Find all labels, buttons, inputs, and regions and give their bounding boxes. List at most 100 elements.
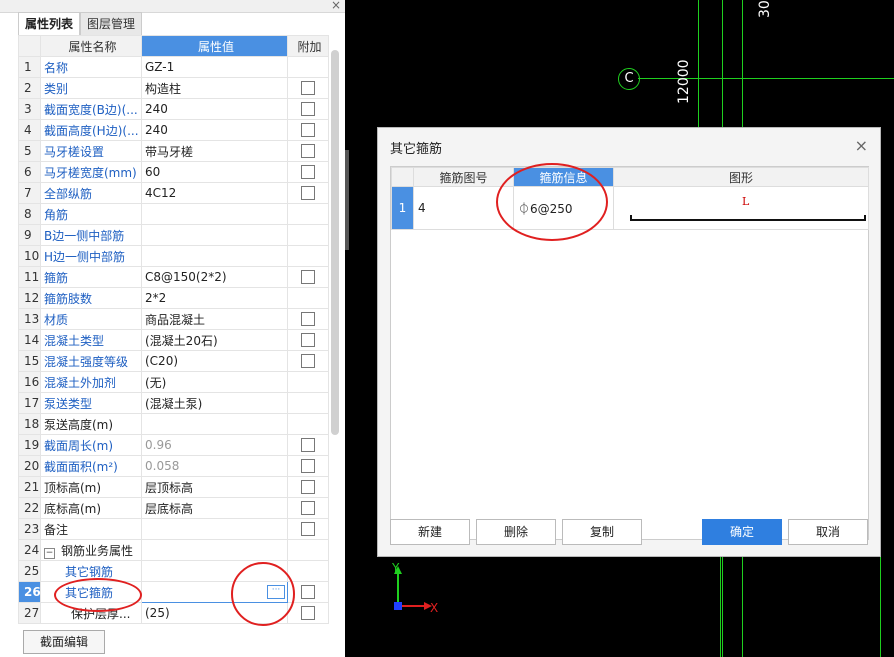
property-name[interactable]: 混凝土外加剂 — [40, 371, 142, 393]
table-row[interactable]: 20 截面面积(m²) 0.058 — [18, 455, 329, 477]
property-name[interactable]: 全部纵筋 — [40, 182, 142, 204]
property-name[interactable]: 泵送高度(m) — [40, 413, 142, 435]
table-row[interactable]: 8 角筋 — [18, 203, 329, 225]
property-value[interactable]: (C20) — [141, 350, 288, 372]
property-name[interactable]: 马牙槎宽度(mm) — [40, 161, 142, 183]
property-value[interactable]: 2*2 — [141, 287, 288, 309]
attach-checkbox[interactable] — [301, 81, 315, 96]
attach-checkbox[interactable] — [301, 144, 315, 159]
tab-layer-management[interactable]: 图层管理 — [80, 12, 143, 35]
property-name[interactable]: B边一侧中部筋 — [40, 224, 142, 246]
property-value[interactable]: 240 — [141, 98, 288, 120]
attach-checkbox[interactable] — [301, 606, 315, 621]
property-name[interactable]: 名称 — [40, 56, 142, 78]
table-row[interactable]: 19 截面周长(m) 0.96 — [18, 434, 329, 456]
attach-checkbox[interactable] — [301, 585, 315, 600]
property-value[interactable]: 0.058 — [141, 455, 288, 477]
table-row[interactable]: 21 顶标高(m) 层顶标高 — [18, 476, 329, 498]
table-row[interactable]: 17 泵送类型 (混凝土泵) — [18, 392, 329, 414]
property-value[interactable]: 层底标高 — [141, 497, 288, 519]
property-value[interactable] — [141, 224, 288, 246]
table-row[interactable]: 10 H边一侧中部筋 — [18, 245, 329, 267]
panel-splitter[interactable] — [345, 150, 349, 250]
property-value[interactable]: 层顶标高 — [141, 476, 288, 498]
table-row[interactable]: 1 4 ⏀6@250 L — [391, 186, 869, 230]
attach-checkbox[interactable] — [301, 522, 315, 537]
attach-checkbox[interactable] — [301, 123, 315, 138]
property-name[interactable]: − 钢筋业务属性 — [40, 539, 142, 561]
property-value[interactable]: 60 — [141, 161, 288, 183]
collapse-icon[interactable]: − — [44, 547, 55, 559]
copy-button[interactable]: 复制 — [562, 519, 642, 545]
property-name[interactable]: 截面宽度(B边)(... — [40, 98, 142, 120]
tab-property-list[interactable]: 属性列表 — [18, 12, 81, 35]
property-name[interactable]: 箍筋肢数 — [40, 287, 142, 309]
property-name[interactable]: 马牙槎设置 — [40, 140, 142, 162]
attach-checkbox[interactable] — [301, 480, 315, 495]
property-value[interactable]: C8@150(2*2) — [141, 266, 288, 288]
property-value[interactable] — [141, 245, 288, 267]
property-value[interactable]: GZ-1 — [141, 56, 288, 78]
property-value[interactable] — [141, 518, 288, 540]
row-number[interactable]: 1 — [391, 186, 414, 230]
table-row[interactable]: 11 箍筋 C8@150(2*2) — [18, 266, 329, 288]
dialog-close-icon[interactable]: × — [855, 136, 868, 155]
property-value[interactable]: 240 — [141, 119, 288, 141]
attach-checkbox[interactable] — [301, 354, 315, 369]
property-name[interactable]: 类别 — [40, 77, 142, 99]
ok-button[interactable]: 确定 — [702, 519, 782, 545]
property-name[interactable]: 混凝土强度等级 — [40, 350, 142, 372]
table-row[interactable]: 12 箍筋肢数 2*2 — [18, 287, 329, 309]
property-name[interactable]: 截面面积(m²) — [40, 455, 142, 477]
attach-checkbox[interactable] — [301, 501, 315, 516]
table-row[interactable]: 16 混凝土外加剂 (无) — [18, 371, 329, 393]
table-row[interactable]: 13 材质 商品混凝土 — [18, 308, 329, 330]
property-name[interactable]: 角筋 — [40, 203, 142, 225]
property-name[interactable]: H边一侧中部筋 — [40, 245, 142, 267]
new-button[interactable]: 新建 — [390, 519, 470, 545]
property-value[interactable] — [141, 539, 288, 561]
attach-checkbox[interactable] — [301, 438, 315, 453]
table-row[interactable]: 23 备注 — [18, 518, 329, 540]
shape-cell[interactable]: L — [613, 186, 869, 230]
attach-checkbox[interactable] — [301, 333, 315, 348]
attach-checkbox[interactable] — [301, 312, 315, 327]
property-value[interactable]: 商品混凝土 — [141, 308, 288, 330]
attach-checkbox[interactable] — [301, 186, 315, 201]
property-value[interactable]: 带马牙槎 — [141, 140, 288, 162]
property-name[interactable]: 底标高(m) — [40, 497, 142, 519]
table-row[interactable]: 22 底标高(m) 层底标高 — [18, 497, 329, 519]
table-row[interactable]: 18 泵送高度(m) — [18, 413, 329, 435]
table-row[interactable]: 5 马牙槎设置 带马牙槎 — [18, 140, 329, 162]
property-name[interactable]: 备注 — [40, 518, 142, 540]
property-value[interactable]: 0.96 — [141, 434, 288, 456]
property-value[interactable]: 构造柱 — [141, 77, 288, 99]
table-row[interactable]: 3 截面宽度(B边)(... 240 — [18, 98, 329, 120]
attach-checkbox[interactable] — [301, 459, 315, 474]
section-edit-button[interactable]: 截面编辑 — [23, 630, 105, 654]
panel-close-icon[interactable]: × — [331, 0, 341, 12]
table-row[interactable]: 4 截面高度(H边)(... 240 — [18, 119, 329, 141]
property-name[interactable]: 顶标高(m) — [40, 476, 142, 498]
delete-button[interactable]: 删除 — [476, 519, 556, 545]
property-value[interactable] — [141, 203, 288, 225]
attach-checkbox[interactable] — [301, 102, 315, 117]
property-value[interactable]: 4C12 — [141, 182, 288, 204]
table-row[interactable]: 24− 钢筋业务属性 — [18, 539, 329, 561]
attach-checkbox[interactable] — [301, 270, 315, 285]
table-row[interactable]: 9 B边一侧中部筋 — [18, 224, 329, 246]
property-value[interactable]: (混凝土泵) — [141, 392, 288, 414]
table-row[interactable]: 7 全部纵筋 4C12 — [18, 182, 329, 204]
property-value[interactable]: (混凝土20石) — [141, 329, 288, 351]
table-row[interactable]: 15 混凝土强度等级 (C20) — [18, 350, 329, 372]
property-name[interactable]: 箍筋 — [40, 266, 142, 288]
property-name[interactable]: 截面周长(m) — [40, 434, 142, 456]
table-row[interactable]: 14 混凝土类型 (混凝土20石) — [18, 329, 329, 351]
table-row[interactable]: 1 名称 GZ-1 — [18, 56, 329, 78]
table-row[interactable]: 2 类别 构造柱 — [18, 77, 329, 99]
property-name[interactable]: 混凝土类型 — [40, 329, 142, 351]
property-name[interactable]: 泵送类型 — [40, 392, 142, 414]
property-name[interactable]: 截面高度(H边)(... — [40, 119, 142, 141]
table-row[interactable]: 6 马牙槎宽度(mm) 60 — [18, 161, 329, 183]
property-value[interactable] — [141, 413, 288, 435]
